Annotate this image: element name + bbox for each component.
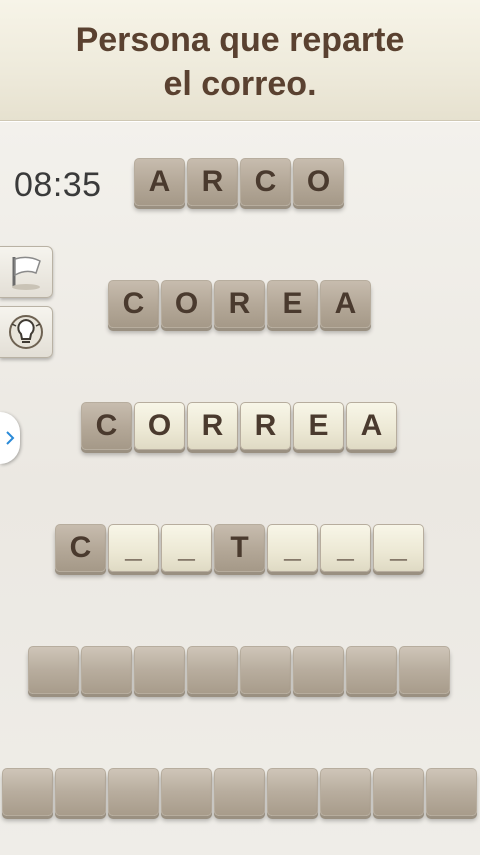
clue-bar: Persona que reparte el correo. <box>0 0 480 121</box>
letter-tile[interactable] <box>267 768 318 816</box>
word-row-1: ARCO <box>134 158 346 206</box>
letter-tile[interactable]: _ <box>373 524 424 572</box>
word-row-4-target: C _ _ T _ _ _ <box>55 524 426 572</box>
letter-tile[interactable]: O <box>293 158 344 206</box>
letter-tile[interactable] <box>373 768 424 816</box>
letter-tile[interactable]: C <box>81 402 132 450</box>
letter-tile[interactable] <box>108 768 159 816</box>
game-board <box>0 121 480 855</box>
letter-tile[interactable]: _ <box>320 524 371 572</box>
chevron-right-icon <box>6 431 15 445</box>
letter-tile[interactable] <box>161 768 212 816</box>
letter-tile[interactable] <box>28 646 79 694</box>
letter-tile[interactable] <box>293 646 344 694</box>
letter-tile[interactable]: R <box>240 402 291 450</box>
timer: 08:35 <box>14 166 102 204</box>
letter-tile[interactable]: E <box>293 402 344 450</box>
letter-tile[interactable]: C <box>240 158 291 206</box>
letter-tile[interactable] <box>346 646 397 694</box>
hint-button[interactable] <box>0 306 53 358</box>
letter-tile[interactable]: T <box>214 524 265 572</box>
letter-tile[interactable] <box>2 768 53 816</box>
word-row-5 <box>28 646 452 694</box>
letter-tile[interactable]: R <box>187 158 238 206</box>
letter-tile[interactable]: O <box>161 280 212 328</box>
letter-tile[interactable]: A <box>346 402 397 450</box>
letter-tile[interactable] <box>214 768 265 816</box>
letter-tile[interactable] <box>240 646 291 694</box>
clue-line-2: el correo. <box>163 65 317 103</box>
letter-tile[interactable] <box>55 768 106 816</box>
flag-icon <box>12 256 41 290</box>
letter-tile[interactable]: R <box>214 280 265 328</box>
clue-line-1: Persona que reparte <box>75 21 405 59</box>
letter-tile[interactable] <box>81 646 132 694</box>
letter-tile[interactable]: R <box>187 402 238 450</box>
letter-tile[interactable]: C <box>55 524 106 572</box>
letter-tile[interactable] <box>399 646 450 694</box>
letter-tile[interactable] <box>320 768 371 816</box>
letter-tile[interactable]: E <box>267 280 318 328</box>
letter-tile[interactable]: _ <box>108 524 159 572</box>
word-row-6 <box>2 768 479 816</box>
letter-tile[interactable] <box>187 646 238 694</box>
clue-text: Persona que reparte el correo. <box>0 18 480 106</box>
lightbulb-hint-icon <box>9 315 43 349</box>
letter-tile[interactable]: O <box>134 402 185 450</box>
letter-tile[interactable]: A <box>320 280 371 328</box>
letter-tile[interactable] <box>134 646 185 694</box>
letter-tile[interactable]: _ <box>161 524 212 572</box>
word-row-2: COREA <box>108 280 373 328</box>
word-row-3: CORREA <box>81 402 399 450</box>
letter-tile[interactable]: _ <box>267 524 318 572</box>
flag-button[interactable] <box>0 246 53 298</box>
letter-tile[interactable]: C <box>108 280 159 328</box>
letter-tile[interactable]: A <box>134 158 185 206</box>
letter-tile[interactable] <box>426 768 477 816</box>
